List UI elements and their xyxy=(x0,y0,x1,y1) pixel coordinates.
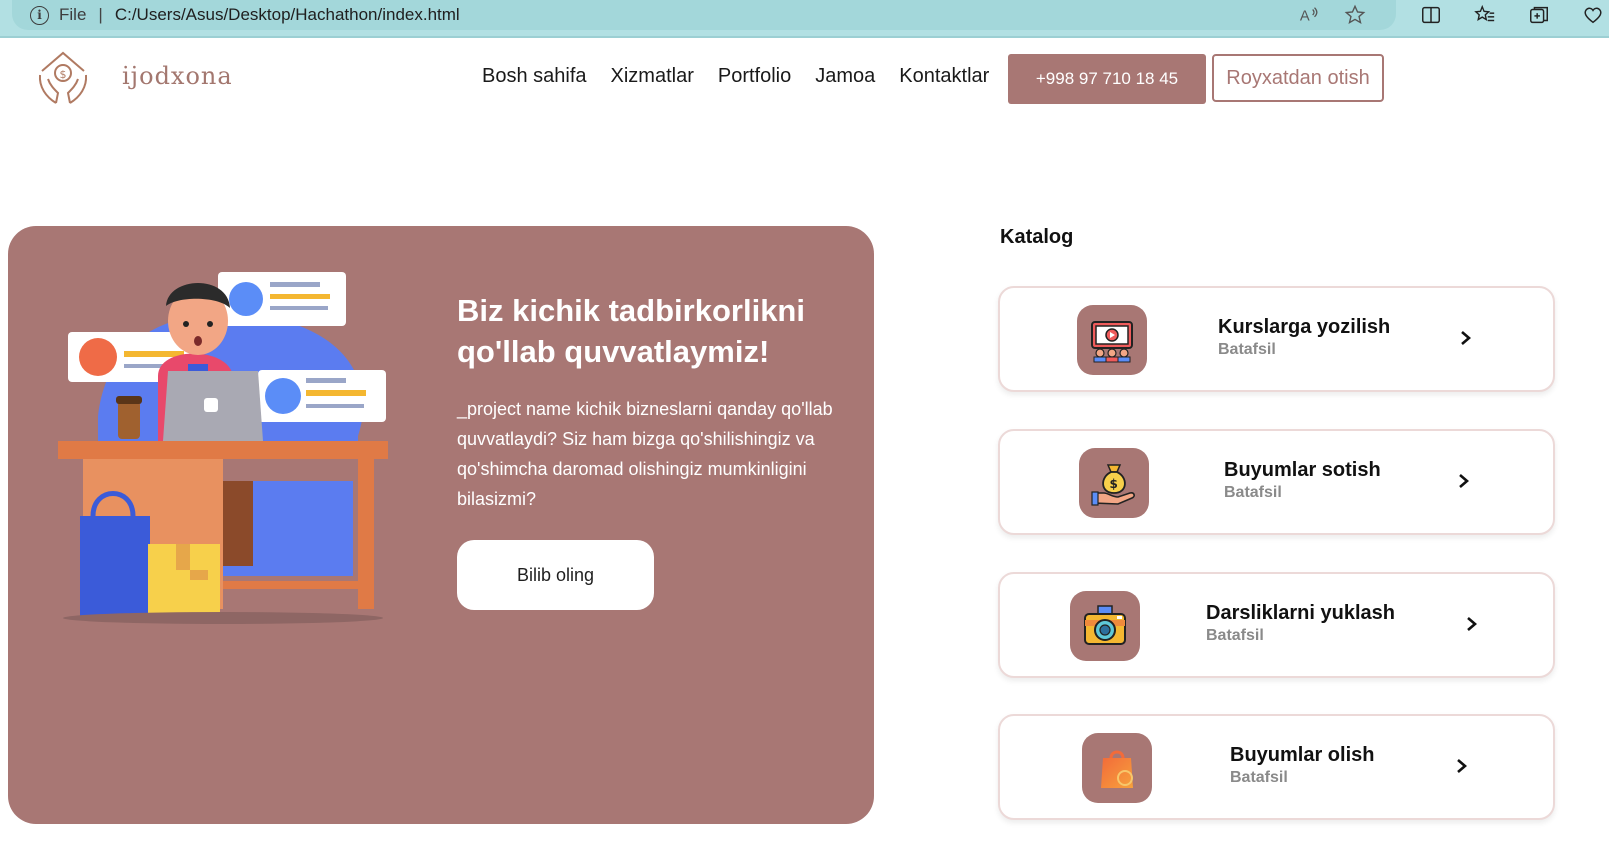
split-screen-icon[interactable] xyxy=(1418,2,1444,28)
hero-title: Biz kichik tadbirkorlikni qo'llab quvvat… xyxy=(457,293,805,369)
favorite-star-icon[interactable] xyxy=(1342,2,1368,28)
site-header: $ ijodxona Bosh sahifa Xizmatlar Portfol… xyxy=(0,40,1609,120)
catalog-item-title: Buyumlar sotish xyxy=(1224,459,1381,481)
learn-more-button[interactable]: Bilib oling xyxy=(457,540,654,610)
read-aloud-icon[interactable]: A xyxy=(1296,2,1322,28)
money-bag-hand-icon: $ xyxy=(1079,448,1149,518)
catalog-item-download[interactable]: Darsliklarni yuklash Batafsil xyxy=(998,572,1555,678)
catalog-item-more-link[interactable]: Batafsil xyxy=(1230,769,1374,787)
catalog-item-title: Kurslarga yozilish xyxy=(1218,316,1391,338)
catalog-title: Katalog xyxy=(1000,226,1074,248)
svg-text:$: $ xyxy=(1110,477,1118,491)
browser-address-bar: i File | C:/Users/Asus/Desktop/Hachathon… xyxy=(0,0,1609,38)
chevron-right-icon[interactable] xyxy=(1452,754,1472,778)
chevron-right-icon[interactable] xyxy=(1462,612,1482,636)
nav-item-portfolio[interactable]: Portfolio xyxy=(718,65,791,88)
hero-description: _project name kichik bizneslarni qanday … xyxy=(457,399,833,509)
svg-text:A: A xyxy=(1300,9,1310,25)
catalog-item-courses[interactable]: Kurslarga yozilish Batafsil xyxy=(998,286,1555,392)
nav-item-services[interactable]: Xizmatlar xyxy=(611,65,694,88)
main-nav: Bosh sahifa Xizmatlar Portfolio Jamoa Ko… xyxy=(482,65,989,88)
chevron-right-icon[interactable] xyxy=(1454,469,1474,493)
camera-icon xyxy=(1070,591,1140,661)
phone-button[interactable]: +998 97 710 18 45 xyxy=(1008,54,1206,104)
url-field[interactable]: i File | C:/Users/Asus/Desktop/Hachathon… xyxy=(12,0,1396,30)
chevron-right-icon[interactable] xyxy=(1456,326,1476,350)
shopping-bag-icon xyxy=(1082,733,1152,803)
hero-banner: Biz kichik tadbirkorlikni qo'llab quvvat… xyxy=(8,226,874,824)
logo-hands-coin-icon[interactable]: $ xyxy=(36,49,90,105)
url-separator: | xyxy=(98,5,103,24)
svg-text:$: $ xyxy=(60,68,67,81)
catalog-item-buy[interactable]: Buyumlar olish Batafsil xyxy=(998,714,1555,820)
nav-item-home[interactable]: Bosh sahifa xyxy=(482,65,587,88)
catalog-item-more-link[interactable]: Batafsil xyxy=(1224,484,1381,502)
catalog-item-title: Buyumlar olish xyxy=(1230,744,1375,766)
nav-item-team[interactable]: Jamoa xyxy=(815,65,875,88)
logo-text[interactable]: ijodxona xyxy=(122,62,233,90)
nav-item-contacts[interactable]: Kontaktlar xyxy=(899,65,989,88)
favorites-list-icon[interactable] xyxy=(1472,2,1498,28)
browser-essentials-icon[interactable] xyxy=(1580,2,1606,28)
video-class-icon xyxy=(1077,305,1147,375)
catalog-item-more-link[interactable]: Batafsil xyxy=(1206,627,1395,645)
hero-illustration xyxy=(58,266,418,636)
file-label: File xyxy=(59,5,87,24)
register-button[interactable]: Royxatdan otish xyxy=(1212,54,1384,102)
catalog-item-title: Darsliklarni yuklash xyxy=(1206,602,1395,624)
url-text[interactable]: C:/Users/Asus/Desktop/Hachathon/index.ht… xyxy=(115,5,460,25)
catalog-item-sell[interactable]: $ Buyumlar sotish Batafsil xyxy=(998,429,1555,535)
collections-icon[interactable] xyxy=(1526,2,1552,28)
info-icon[interactable]: i xyxy=(30,5,49,25)
catalog-item-more-link[interactable]: Batafsil xyxy=(1218,341,1390,359)
